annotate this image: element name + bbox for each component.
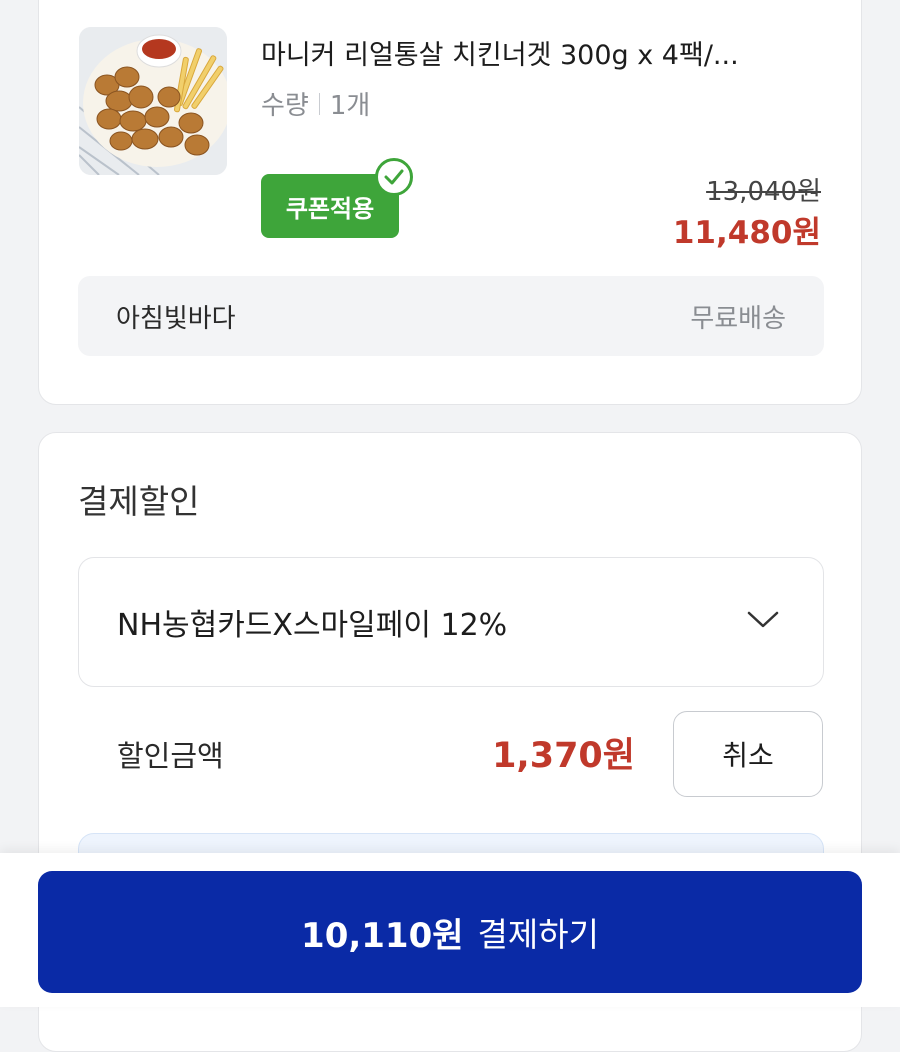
quantity-label: 수량 (261, 91, 309, 121)
seller-name: 아침빛바다 (116, 303, 236, 334)
pay-button[interactable]: 10,110원 결제하기 (38, 871, 862, 993)
original-price: 13,040원 (706, 177, 821, 207)
selected-card-label: NH농협카드X스마일페이 12% (117, 608, 508, 643)
pay-amount: 10,110원 (301, 915, 464, 956)
product-thumbnail[interactable] (79, 27, 227, 175)
discount-amount-label: 할인금액 (117, 739, 224, 773)
check-circle-icon (375, 158, 413, 196)
section-title: 결제할인 (78, 482, 200, 521)
seller-shipping-row: 아침빛바다 무료배송 (78, 276, 824, 356)
checkout-bar: 10,110원 결제하기 (0, 853, 900, 1007)
product-name[interactable]: 마니커 리얼통살 치킨너겟 300g x 4팩/... (261, 33, 841, 72)
quantity-row: 수량 1개 (261, 85, 370, 122)
quantity-divider (318, 92, 320, 115)
discount-amount-value: 1,370원 (492, 736, 635, 776)
final-price: 11,480원 (672, 215, 821, 251)
quantity-value: 1개 (329, 91, 371, 121)
pay-label: 결제하기 (477, 915, 599, 954)
card-discount-select[interactable]: NH농협카드X스마일페이 12% (78, 557, 824, 687)
shipping-info: 무료배송 (690, 303, 786, 334)
order-item-card: 마니커 리얼통살 치킨너겟 300g x 4팩/... 수량 1개 쿠폰적용 1… (38, 0, 862, 405)
chevron-down-icon (747, 611, 779, 633)
cancel-discount-button[interactable]: 취소 (673, 711, 823, 797)
